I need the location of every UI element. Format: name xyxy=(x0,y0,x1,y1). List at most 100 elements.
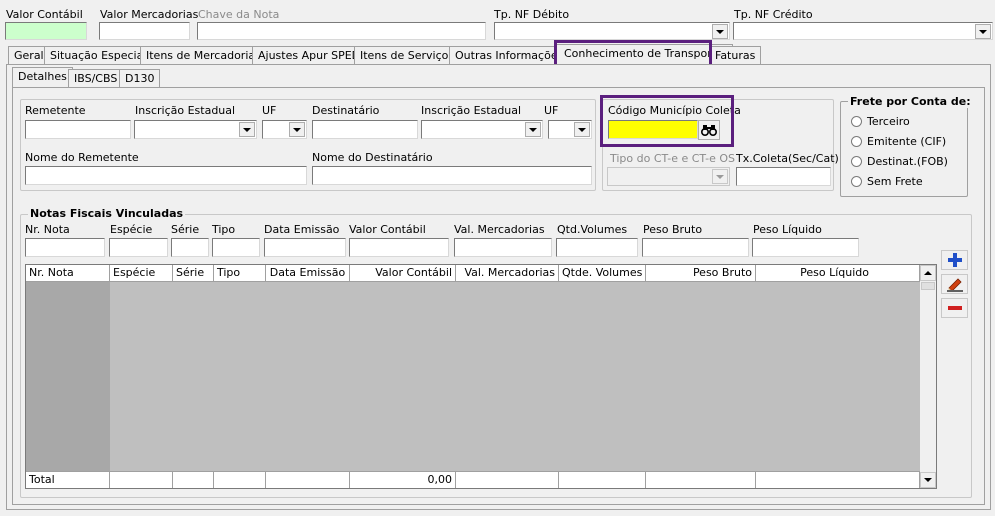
serie-field[interactable] xyxy=(171,238,209,257)
grid-total-valor-contabil: 0,00 xyxy=(350,471,456,488)
qtd-volumes-label: Qtd.Volumes xyxy=(557,223,628,236)
grid-header-data-emissao[interactable]: Data Emissão xyxy=(266,265,350,282)
val-mercadorias-field[interactable] xyxy=(454,238,552,257)
remetente-field[interactable] xyxy=(25,120,131,139)
tab-faturas[interactable]: Faturas xyxy=(709,46,762,65)
qtd-volumes-field[interactable] xyxy=(556,238,638,257)
tp-nf-debito-label: Tp. NF Débito xyxy=(494,8,570,21)
edit-nota-button[interactable] xyxy=(941,274,968,294)
nome-remetente-field[interactable] xyxy=(25,166,307,185)
grid-header-especie[interactable]: Espécie xyxy=(110,265,173,282)
tab-itens-servicos[interactable]: Itens de Serviços xyxy=(354,46,461,65)
frete-destinatario-radio[interactable]: Destinat.(FOB) xyxy=(851,155,948,168)
chevron-down-icon[interactable] xyxy=(712,24,728,39)
minus-icon xyxy=(947,306,962,310)
valor-mercadorias-label: Valor Mercadorias xyxy=(100,8,199,21)
grid-header-peso-liquido[interactable]: Peso Líquido xyxy=(756,265,920,282)
tp-nf-debito-select[interactable] xyxy=(494,22,730,40)
scroll-down-icon[interactable] xyxy=(920,472,936,488)
grid-header-tipo[interactable]: Tipo xyxy=(214,265,266,282)
tipo-label: Tipo xyxy=(212,223,236,236)
radio-button[interactable] xyxy=(851,156,862,167)
chevron-down-icon[interactable] xyxy=(712,169,728,184)
uf-dest-label: UF xyxy=(544,104,559,117)
frete-terceiro-radio[interactable]: Terceiro xyxy=(851,115,910,128)
grid-total-qtde xyxy=(559,471,646,488)
frete-sem-frete-radio[interactable]: Sem Frete xyxy=(851,175,923,188)
tx-coleta-label: Tx.Coleta(Sec/Cat) xyxy=(736,152,839,165)
subtab-ibs-cbs[interactable]: IBS/CBS xyxy=(68,69,124,88)
especie-field[interactable] xyxy=(109,238,168,257)
grid-total-peso-liquido xyxy=(756,471,920,488)
valor-contabil-field[interactable] xyxy=(5,22,87,40)
tab-itens-mercadorias[interactable]: Itens de Mercadorias xyxy=(140,46,267,65)
tx-coleta-field[interactable] xyxy=(736,167,831,186)
tipo-cte-label: Tipo do CT-e e CT-e OS xyxy=(610,152,736,165)
notas-fiscais-title: Notas Fiscais Vinculadas xyxy=(28,207,186,220)
chevron-down-icon[interactable] xyxy=(574,122,590,137)
tab-outras-informacoes[interactable]: Outras Informações xyxy=(449,46,570,65)
chevron-down-icon[interactable] xyxy=(239,122,255,137)
remetente-label: Remetente xyxy=(25,104,86,117)
chevron-down-icon[interactable] xyxy=(525,122,541,137)
nome-destinatario-field[interactable] xyxy=(312,166,592,185)
insc-estadual-rem-select[interactable] xyxy=(134,120,257,139)
nr-nota-label: Nr. Nota xyxy=(25,223,70,236)
grid-total-tipo xyxy=(214,471,266,488)
tab-ajustes-apur-sped[interactable]: Ajustes Apur SPED xyxy=(252,46,367,65)
destinatario-field[interactable] xyxy=(312,120,418,139)
valor-contabil-label: Valor Contábil xyxy=(6,8,83,21)
tp-nf-credito-select[interactable] xyxy=(733,22,993,40)
grid-header-peso-bruto[interactable]: Peso Bruto xyxy=(646,265,756,282)
nome-destinatario-label: Nome do Destinatário xyxy=(312,151,433,164)
grid-header-valor-contabil[interactable]: Valor Contábil xyxy=(350,265,456,282)
tipo-field[interactable] xyxy=(212,238,260,257)
radio-button[interactable] xyxy=(851,116,862,127)
insc-estadual-dest-select[interactable] xyxy=(421,120,543,139)
grid-header-nr-nota[interactable]: Nr. Nota xyxy=(26,265,110,282)
tab-situacao-especial[interactable]: Situação Especial xyxy=(44,46,153,65)
val-mercadorias-label: Val. Mercadorias xyxy=(454,223,545,236)
especie-label: Espécie xyxy=(110,223,153,236)
tipo-cte-select[interactable] xyxy=(607,167,730,186)
grid-header-val-mercadorias[interactable]: Val. Mercadorias xyxy=(456,265,559,282)
remove-nota-button[interactable] xyxy=(941,298,968,318)
tp-nf-credito-label: Tp. NF Crédito xyxy=(734,8,813,21)
radio-button[interactable] xyxy=(851,176,862,187)
nr-nota-field[interactable] xyxy=(25,238,105,257)
serie-label: Série xyxy=(171,223,200,236)
grid-total-serie xyxy=(173,471,214,488)
pencil-icon xyxy=(946,278,963,292)
chevron-down-icon[interactable] xyxy=(975,24,991,39)
grid-header-qtde-volumes[interactable]: Qtde. Volumes xyxy=(559,265,646,282)
grid-fixed-column xyxy=(26,282,110,472)
peso-bruto-label: Peso Bruto xyxy=(643,223,703,236)
peso-liquido-field[interactable] xyxy=(752,238,859,257)
frete-destinatario-label: Destinat.(FOB) xyxy=(867,155,948,168)
valor-contabil-nf-label: Valor Contábil xyxy=(349,223,426,236)
valor-mercadorias-field[interactable] xyxy=(99,22,190,40)
valor-contabil-nf-field[interactable] xyxy=(349,238,449,257)
scroll-up-icon[interactable] xyxy=(920,265,936,281)
chave-nota-field[interactable] xyxy=(197,22,486,40)
uf-dest-select[interactable] xyxy=(548,120,592,139)
scroll-thumb[interactable] xyxy=(921,282,935,290)
notas-grid[interactable]: Nr. Nota Espécie Série Tipo Data Emissão… xyxy=(25,264,937,489)
chave-nota-label: Chave da Nota xyxy=(198,8,280,21)
frete-emitente-radio[interactable]: Emitente (CIF) xyxy=(851,135,946,148)
insc-estadual-dest-label: Inscrição Estadual xyxy=(421,104,522,117)
subtab-detalhes[interactable]: Detalhes xyxy=(12,67,73,87)
uf-rem-select[interactable] xyxy=(262,120,307,139)
uf-rem-label: UF xyxy=(262,104,277,117)
grid-header-serie[interactable]: Série xyxy=(173,265,214,282)
peso-bruto-field[interactable] xyxy=(642,238,749,257)
add-nota-button[interactable] xyxy=(941,250,968,270)
chevron-down-icon[interactable] xyxy=(289,122,305,137)
data-emissao-field[interactable] xyxy=(264,238,346,257)
subtab-d130[interactable]: D130 xyxy=(119,69,161,88)
frete-sem-frete-label: Sem Frete xyxy=(867,175,923,188)
grid-total-especie xyxy=(110,471,173,488)
radio-button[interactable] xyxy=(851,136,862,147)
grid-scrollbar[interactable] xyxy=(920,265,936,488)
frete-emitente-label: Emitente (CIF) xyxy=(867,135,947,148)
